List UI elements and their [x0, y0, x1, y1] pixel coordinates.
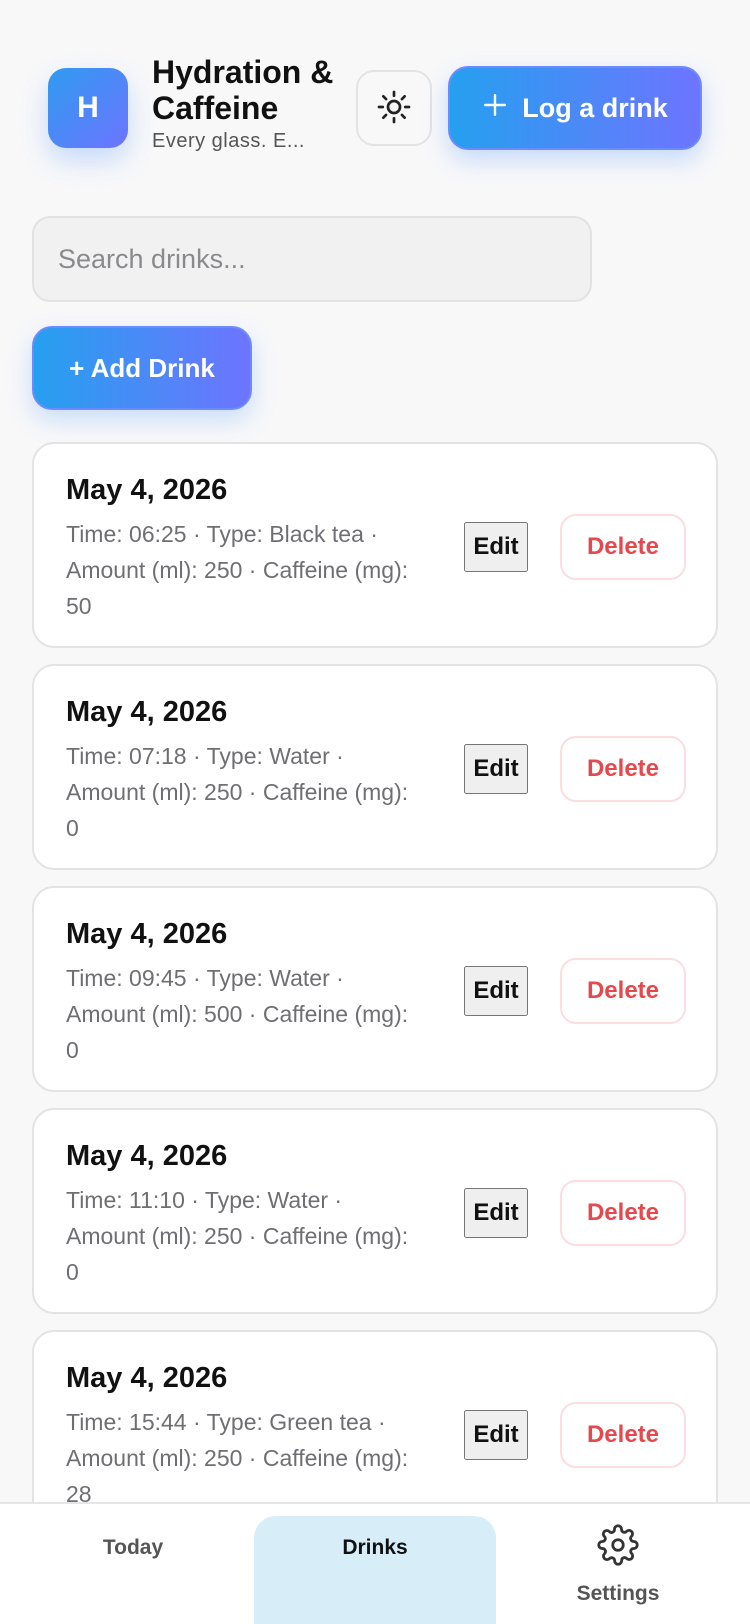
drink-date: May 4, 2026 — [66, 696, 228, 728]
tab-today[interactable]: Today — [40, 1516, 226, 1624]
tab-settings[interactable]: Settings — [520, 1516, 716, 1624]
drink-date: May 4, 2026 — [66, 1362, 228, 1394]
drink-details: Time: 09:45 · Type: Water · Amount (ml):… — [66, 965, 409, 1063]
edit-button[interactable]: Edit — [464, 1410, 528, 1460]
drink-date: May 4, 2026 — [66, 1140, 228, 1172]
plus-icon — [482, 92, 508, 125]
gear-icon — [597, 1524, 639, 1572]
app-tagline: Every glass. E... — [152, 130, 305, 152]
drink-details: Time: 15:44 · Type: Green tea · Amount (… — [66, 1409, 409, 1507]
drink-date: May 4, 2026 — [66, 918, 228, 950]
edit-button[interactable]: Edit — [464, 966, 528, 1016]
drink-card: May 4, 2026 Time: 11:10 · Type: Water · … — [32, 1108, 718, 1314]
search-input[interactable] — [32, 216, 592, 302]
drink-date: May 4, 2026 — [66, 474, 228, 506]
drink-list: May 4, 2026 Time: 06:25 · Type: Black te… — [32, 442, 718, 1552]
sun-icon — [376, 89, 412, 128]
tab-today-label: Today — [102, 1536, 164, 1559]
app-logo: H — [48, 68, 128, 148]
drink-card: May 4, 2026 Time: 07:18 · Type: Water · … — [32, 664, 718, 870]
add-drink-button[interactable]: + Add Drink — [32, 326, 252, 410]
app-screen: H Hydration & Caffeine Every glass. E... — [0, 0, 750, 1624]
app-header: H Hydration & Caffeine Every glass. E... — [0, 0, 750, 190]
edit-button[interactable]: Edit — [464, 522, 528, 572]
delete-button[interactable]: Delete — [560, 1180, 686, 1246]
drink-details: Time: 07:18 · Type: Water · Amount (ml):… — [66, 743, 409, 841]
theme-toggle-button[interactable] — [356, 70, 432, 146]
log-drink-label: Log a drink — [522, 92, 668, 123]
tab-drinks-label: Drinks — [342, 1536, 408, 1559]
drink-card: May 4, 2026 Time: 09:45 · Type: Water · … — [32, 886, 718, 1092]
log-drink-button[interactable]: Log a drink — [448, 66, 702, 150]
drink-card: May 4, 2026 Time: 06:25 · Type: Black te… — [32, 442, 718, 648]
delete-button[interactable]: Delete — [560, 1402, 686, 1468]
delete-button[interactable]: Delete — [560, 514, 686, 580]
bottom-nav: Today Drinks Settings — [0, 1502, 750, 1624]
edit-button[interactable]: Edit — [464, 1188, 528, 1238]
drink-details: Time: 06:25 · Type: Black tea · Amount (… — [66, 521, 409, 619]
delete-button[interactable]: Delete — [560, 958, 686, 1024]
app-title: Hydration & Caffeine — [152, 54, 334, 126]
delete-button[interactable]: Delete — [560, 736, 686, 802]
drink-details: Time: 11:10 · Type: Water · Amount (ml):… — [66, 1187, 409, 1285]
tab-settings-label: Settings — [576, 1582, 660, 1605]
edit-button[interactable]: Edit — [464, 744, 528, 794]
tab-drinks[interactable]: Drinks — [254, 1516, 496, 1624]
